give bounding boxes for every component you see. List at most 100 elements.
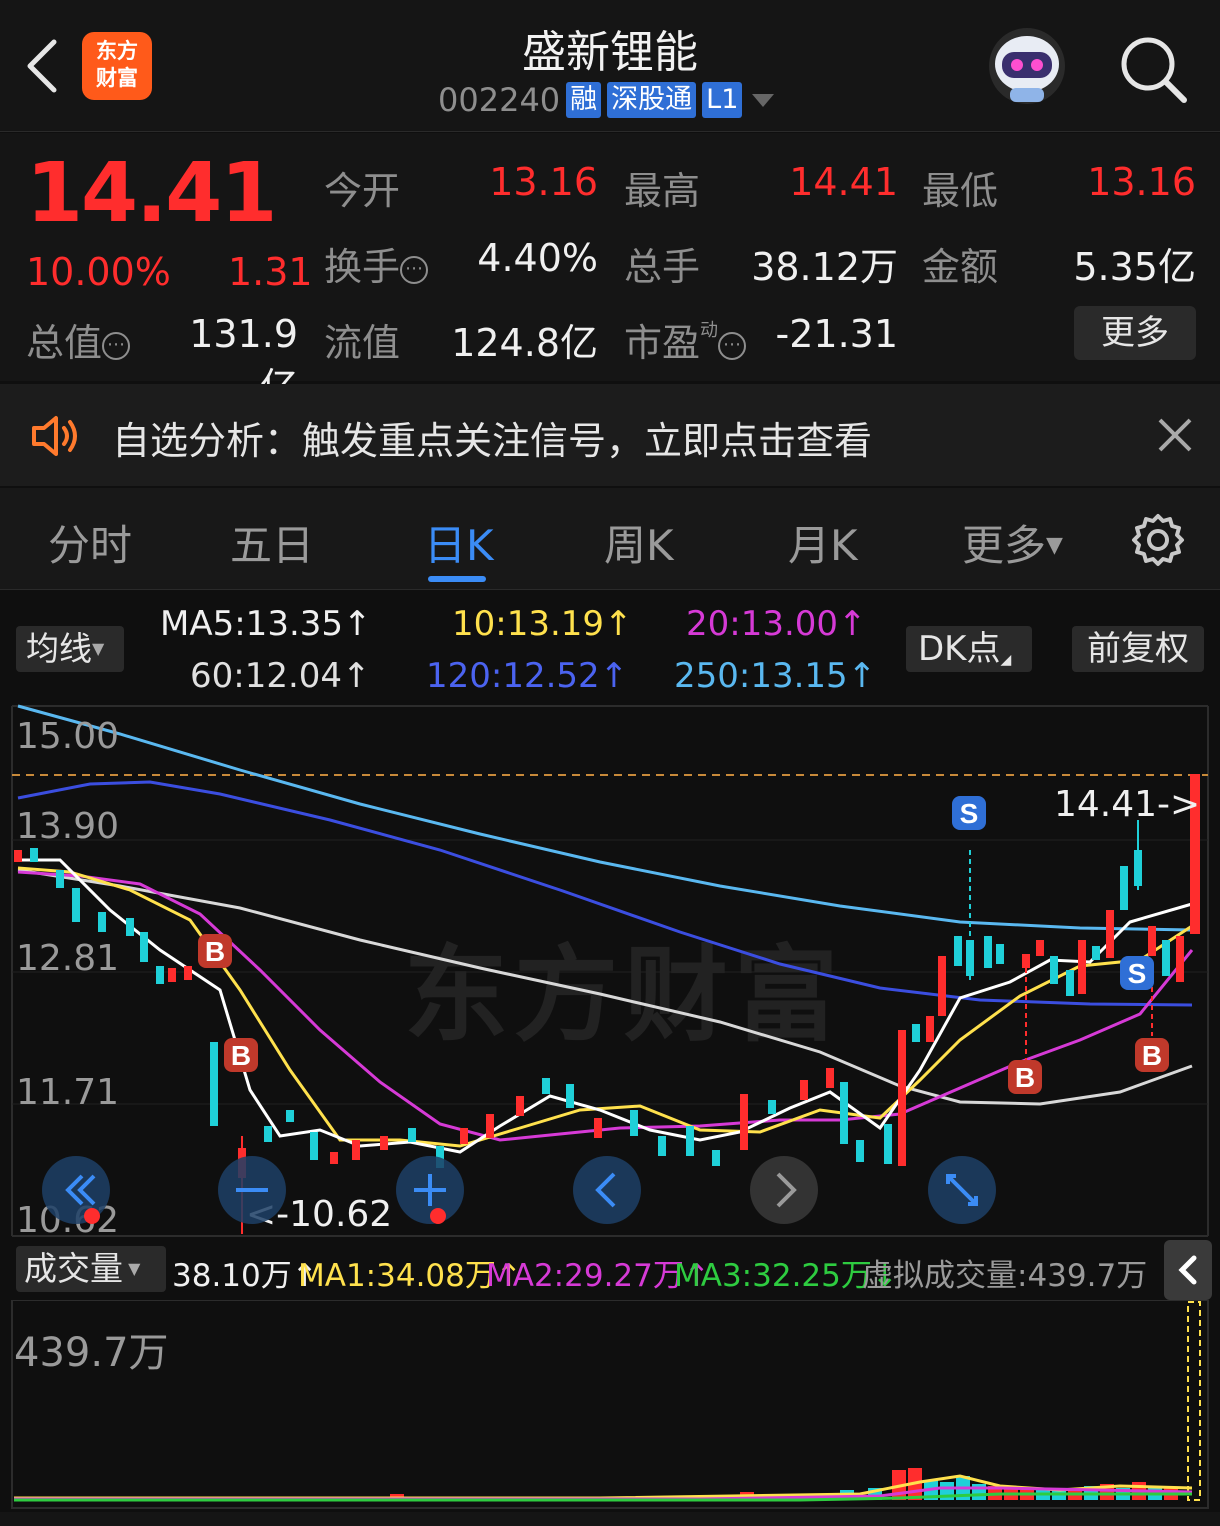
chevron-down-icon (752, 93, 775, 107)
tab-more[interactable]: 更多▼ (962, 512, 1063, 573)
candle (210, 1042, 218, 1126)
caret-down-icon: ▼ (123, 1259, 141, 1278)
info-icon: ⋯ (718, 332, 747, 360)
candle (938, 956, 946, 1016)
arrow-up: ↑ (342, 656, 371, 696)
volume-indicator-label: 成交量 (24, 1249, 123, 1288)
more-quote-button[interactable]: 更多 (1074, 306, 1196, 360)
volume-bars (390, 1301, 1201, 1501)
candle (740, 1094, 748, 1150)
banner-text[interactable]: 自选分析：触发重点关注信号，立即点击查看 (112, 410, 872, 465)
back-arrow-icon[interactable] (22, 36, 66, 96)
open-label: 今开 (324, 169, 401, 213)
pe-label[interactable]: 市盈动⋯ (624, 312, 747, 367)
tab-five-day[interactable]: 五日 (230, 512, 314, 573)
candle (1120, 866, 1128, 910)
candle (408, 1128, 416, 1142)
low-label: 最低 (922, 169, 999, 213)
prev-icon[interactable] (573, 1156, 641, 1224)
arrow-up: ↑ (604, 604, 633, 644)
tab-daily-k[interactable]: 日K (424, 512, 494, 573)
pe-label-text: 市盈 (624, 321, 701, 365)
candle (126, 918, 134, 936)
mktcap-label[interactable]: 总值 ⋯ (26, 312, 131, 367)
ma10-value: 10:13.19↑ (452, 604, 633, 644)
ma120-text: 120:12.52 (426, 656, 600, 696)
candle (460, 1128, 468, 1144)
turnover-value: 4.40% (477, 236, 598, 280)
caret-down-icon: ▼ (92, 639, 105, 658)
candle (594, 1118, 602, 1138)
close-icon[interactable] (1156, 416, 1194, 454)
volume-chart[interactable] (0, 1300, 1220, 1510)
candle (898, 1030, 906, 1166)
tab-intraday[interactable]: 分时 (48, 512, 132, 573)
rewind-icon[interactable] (42, 1156, 110, 1224)
ma60-text: 60:12.04 (190, 656, 343, 696)
zoom-in-icon[interactable] (396, 1156, 464, 1224)
sell-signal-label: S (960, 798, 979, 829)
buy-signal[interactable]: B (1135, 1038, 1169, 1072)
y-label: 12.81 (16, 938, 119, 979)
alert-dot (430, 1208, 446, 1224)
candle (840, 1082, 848, 1144)
candle (984, 936, 992, 968)
candle (712, 1150, 720, 1166)
buy-signal[interactable]: B (224, 1038, 258, 1072)
candle (1106, 910, 1114, 958)
zoom-out-icon[interactable] (218, 1156, 286, 1224)
macd-strip (0, 1512, 1220, 1526)
candle (486, 1114, 494, 1138)
tab-weekly-k[interactable]: 周K (604, 512, 674, 573)
speaker-icon (32, 416, 77, 456)
volume-current: 38.10万↑ (172, 1250, 318, 1295)
ma120-value: 120:12.52↑ (426, 656, 628, 696)
candle (1078, 940, 1086, 994)
indicator-select[interactable]: 均线▼ (16, 626, 124, 672)
volume-axis-max: 439.7万 (14, 1330, 169, 1376)
logo-text: 东方财富 (96, 39, 138, 90)
fullscreen-icon[interactable] (928, 1156, 996, 1224)
candle (1092, 946, 1100, 960)
tab-monthly-k[interactable]: 月K (788, 512, 858, 573)
y-label: 13.90 (16, 806, 119, 847)
info-icon: ⋯ (102, 332, 131, 360)
robot-avatar-icon[interactable] (984, 24, 1070, 108)
candle (686, 1126, 694, 1156)
sell-signal[interactable]: S (952, 796, 986, 830)
sell-signal[interactable]: S (1120, 956, 1154, 990)
volume-ma2-text: MA2:29.27万 (486, 1258, 684, 1294)
active-tab-indicator (428, 576, 486, 582)
search-icon[interactable] (1116, 32, 1190, 106)
candle (1176, 936, 1184, 982)
candle (1022, 954, 1030, 968)
candle (1050, 956, 1058, 984)
turnover-label[interactable]: 换手 ⋯ (324, 236, 429, 291)
candle (996, 944, 1004, 964)
volume-indicator-select[interactable]: 成交量 ▼ (16, 1246, 166, 1292)
kline-chart[interactable]: B B S B S B 15.00 13.90 12.81 11.71 10.6… (0, 700, 1220, 1240)
candle (542, 1078, 550, 1094)
buy-signal[interactable]: B (198, 934, 232, 968)
buy-signal[interactable]: B (1008, 1060, 1042, 1094)
dk-point-button[interactable]: DK点◢ (906, 626, 1032, 672)
tab-more-label: 更多 (962, 521, 1047, 570)
volume-value: 38.12万 (751, 245, 898, 289)
candle (184, 966, 192, 980)
candle (380, 1136, 388, 1150)
gear-icon[interactable] (1130, 512, 1186, 568)
indicator-select-label: 均线 (26, 629, 92, 668)
stock-name[interactable]: 盛新锂能 (410, 16, 810, 80)
candle (156, 966, 164, 984)
candle (630, 1110, 638, 1136)
next-icon[interactable] (750, 1156, 818, 1224)
collapse-button[interactable] (1164, 1240, 1212, 1300)
info-icon: ⋯ (400, 256, 429, 284)
candle (352, 1140, 360, 1160)
candle (954, 936, 962, 966)
price-adjust-button[interactable]: 前复权 (1072, 626, 1204, 672)
stock-code-row[interactable]: 002240 融 深股通 L1 (438, 80, 775, 120)
high-marker: 14.41-> (1054, 784, 1200, 825)
candle (1162, 940, 1170, 976)
candle (1066, 970, 1074, 996)
